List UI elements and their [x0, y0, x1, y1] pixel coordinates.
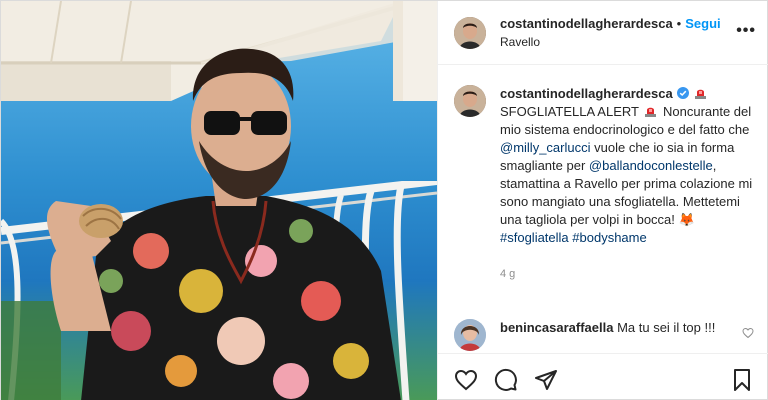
author-avatar[interactable] [454, 16, 486, 49]
hashtag-link[interactable]: #bodyshame [572, 230, 646, 245]
caption-text-alert: SFOGLIATELLA ALERT [500, 104, 639, 119]
commenter-avatar-image [454, 319, 486, 351]
header-title-row: costantinodellagherardesca • Segui [500, 16, 721, 32]
caption-username[interactable]: costantinodellagherardesca [500, 86, 673, 101]
instagram-post: costantinodellagherardesca • Segui Ravel… [0, 0, 768, 400]
comment-row: benincasaraffaella Ma tu sei il top !!! [454, 319, 764, 351]
hashtag-link[interactable]: #sfogliatella [500, 230, 569, 245]
author-avatar-image [454, 16, 486, 49]
verified-badge-icon [676, 87, 689, 99]
comment-like-heart-icon[interactable] [742, 327, 754, 339]
bookmark-icon[interactable] [730, 368, 754, 392]
caption-avatar[interactable] [454, 85, 486, 117]
post-caption: costantinodellagherardesca SFOGLIATELLA … [454, 85, 764, 283]
follow-button[interactable]: Segui [685, 16, 720, 32]
comment-text: Ma tu sei il top !!! [617, 320, 716, 335]
heart-icon[interactable] [454, 368, 478, 392]
mention-link[interactable]: @ballandoconlestelle [589, 158, 713, 173]
man-with-pastry [46, 48, 401, 400]
caption-body: costantinodellagherardesca SFOGLIATELLA … [500, 85, 762, 283]
post-header: costantinodellagherardesca • Segui Ravel… [438, 1, 768, 65]
comment-body: benincasaraffaella Ma tu sei il top !!! [500, 319, 728, 351]
post-timestamp[interactable]: 4 g [500, 265, 762, 283]
action-bar [438, 353, 768, 400]
separator-dot: • [676, 15, 682, 31]
commenter-username[interactable]: benincasaraffaella [500, 320, 613, 335]
rotating-light-icon [645, 107, 657, 117]
post-side-panel: costantinodellagherardesca • Segui Ravel… [437, 1, 768, 400]
mention-link[interactable]: @milly_carlucci [500, 140, 591, 155]
rotating-light-icon [695, 89, 707, 99]
more-options-icon[interactable]: ••• [736, 23, 756, 39]
location-link[interactable]: Ravello [500, 34, 721, 50]
caption-avatar-image [454, 85, 486, 117]
fox-emoji: 🦊 [678, 212, 695, 227]
commenter-avatar[interactable] [454, 319, 486, 351]
author-username[interactable]: costantinodellagherardesca [500, 16, 673, 32]
post-photo[interactable] [1, 1, 437, 400]
paper-plane-icon[interactable] [534, 368, 558, 392]
header-text: costantinodellagherardesca • Segui Ravel… [500, 16, 721, 50]
speech-bubble-icon[interactable] [494, 368, 518, 392]
